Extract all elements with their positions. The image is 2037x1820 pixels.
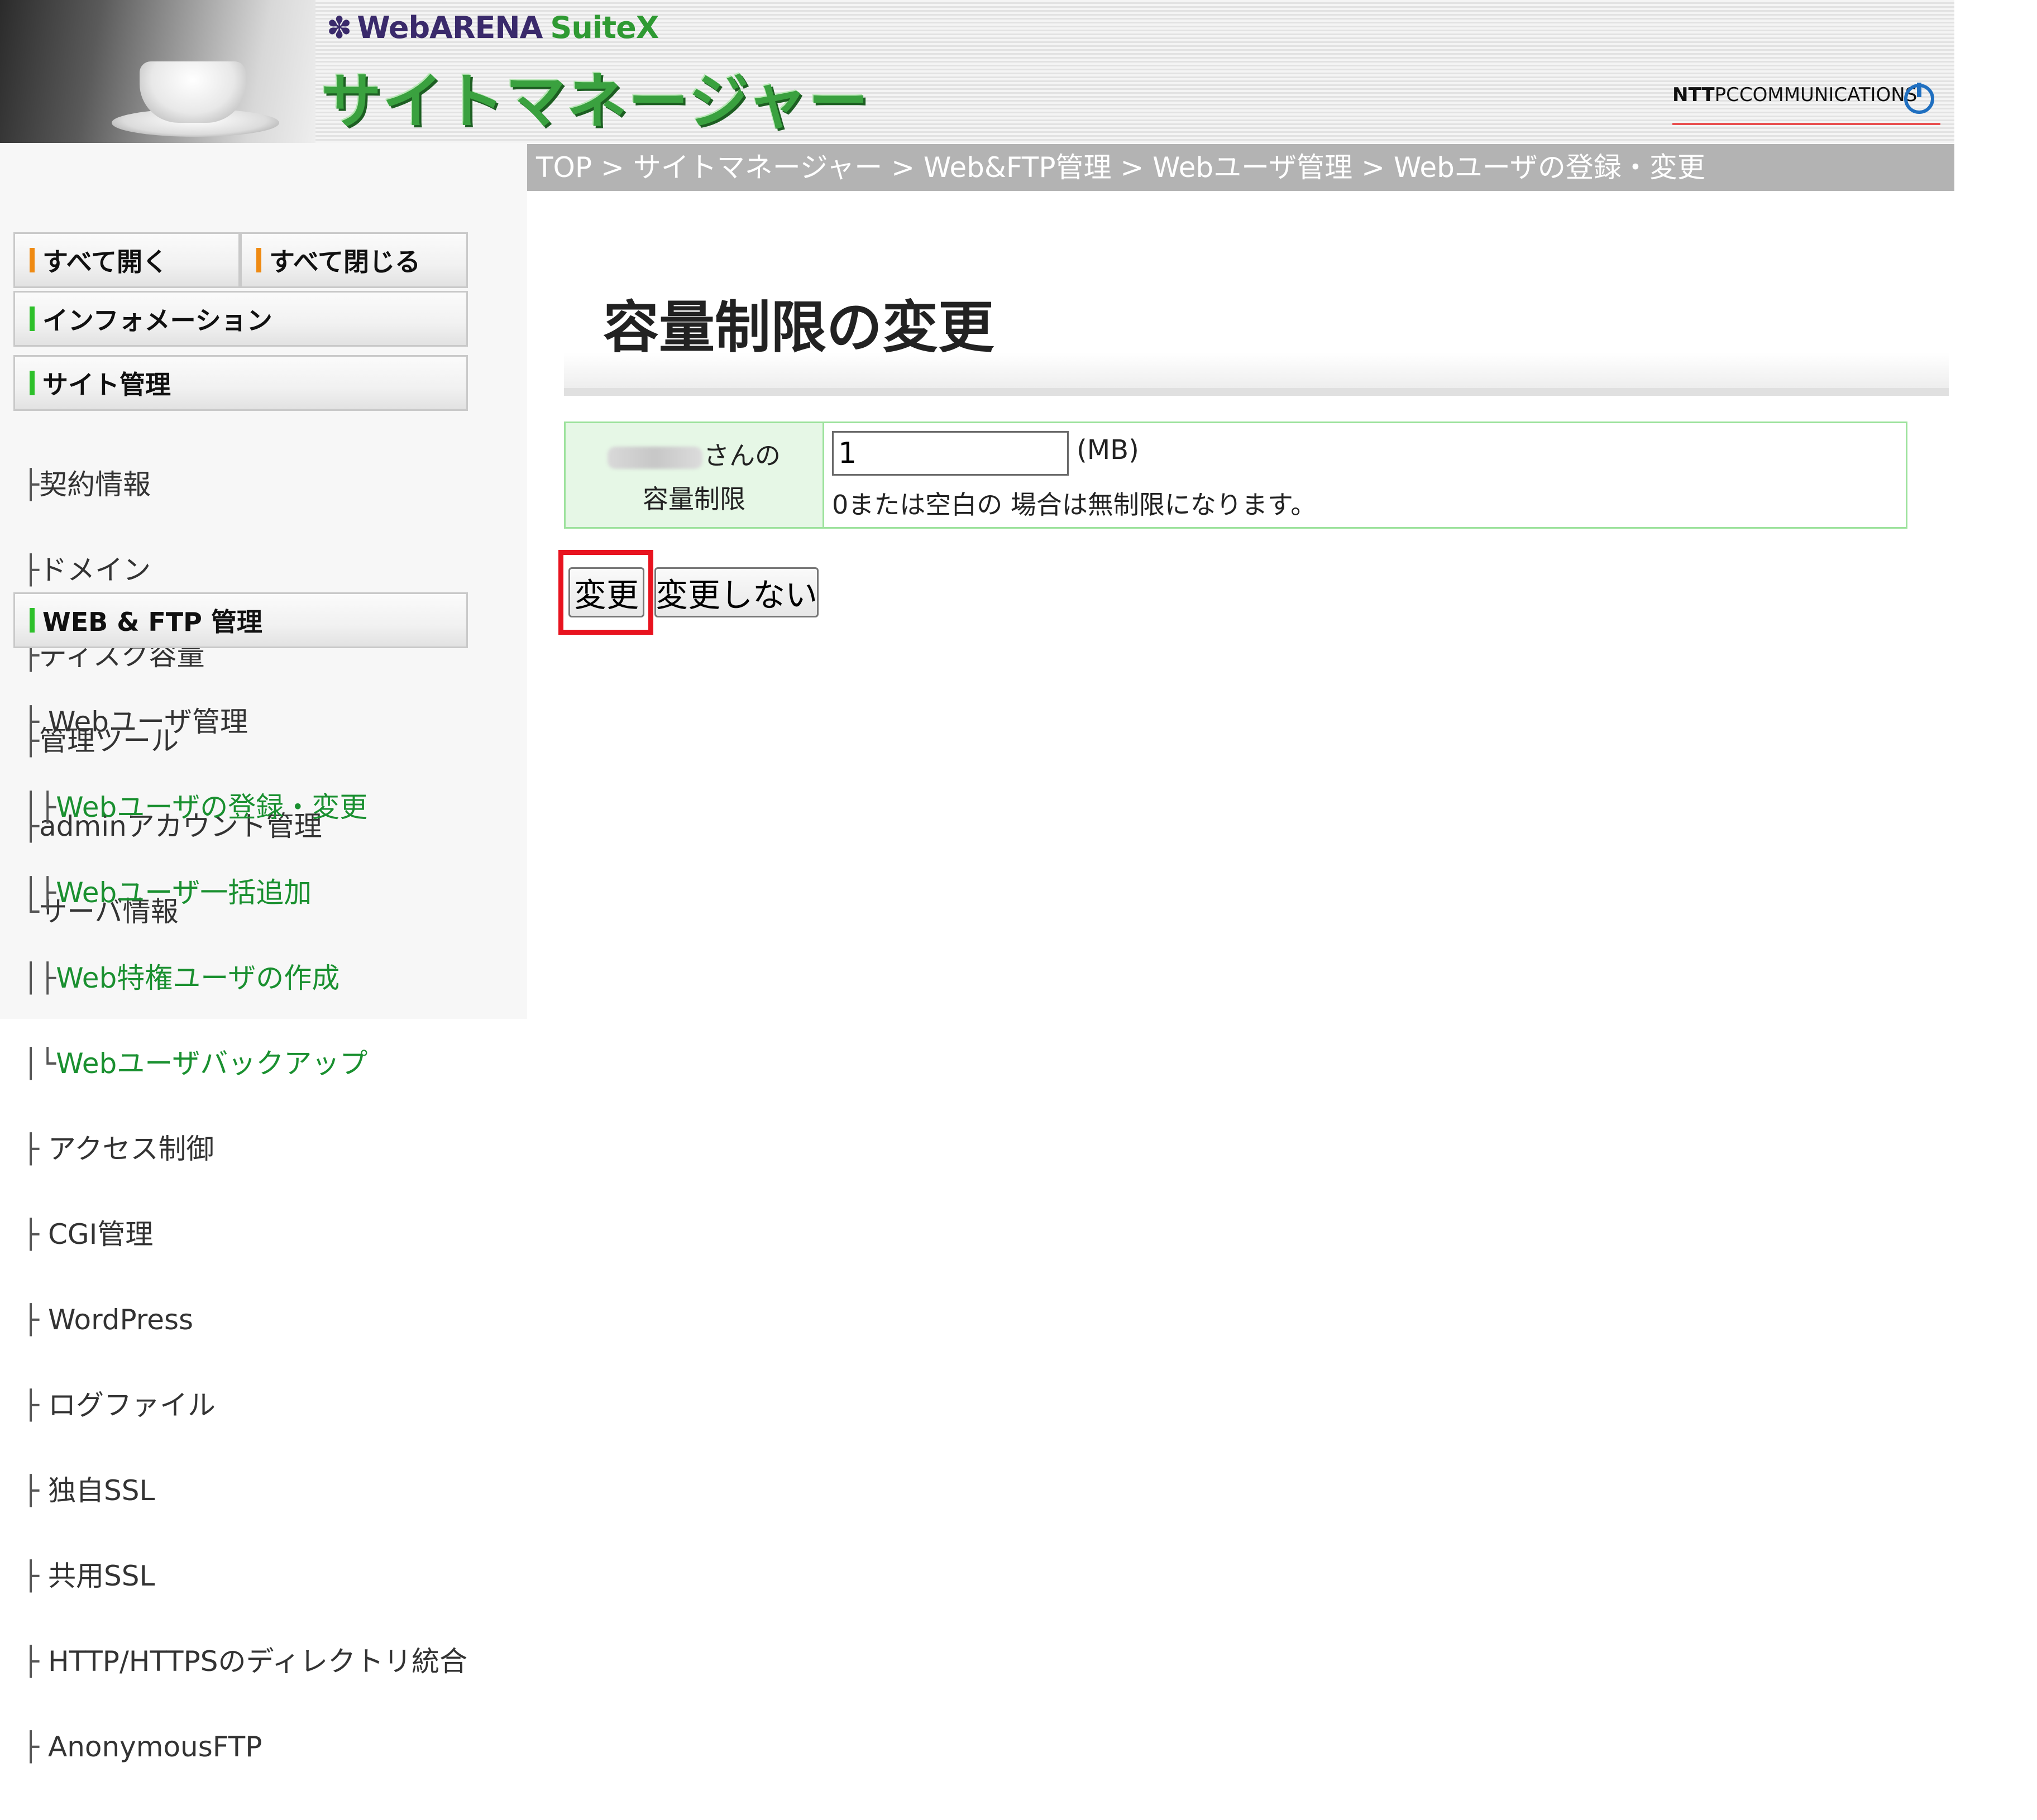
sidebar-link-label: Web特権ユーザの作成 (56, 962, 340, 994)
tree-glyph: ├ (22, 706, 48, 738)
sidebar-item-label: CGI管理 (48, 1218, 154, 1251)
breadcrumb[interactable]: TOP > サイトマネージャー > Web&FTP管理 > Webユーザ管理 >… (527, 144, 1954, 191)
webarena-mark-icon: ✽ (327, 10, 352, 45)
sidebar-item-label: 契約情報 (39, 468, 151, 501)
tree-glyph: │├ (22, 791, 56, 823)
sidebar-item-cgi[interactable]: ├ CGI管理 (22, 1220, 467, 1249)
quota-label: 容量制限 (643, 484, 745, 514)
sidebar-section-information[interactable]: インフォメーション (13, 291, 468, 347)
quota-form-table: さんの 容量制限 (MB) 0または空白の 場合は無制限になります。 (564, 422, 1907, 529)
user-suffix-label: さんの (704, 440, 781, 471)
tree-glyph: │├ (22, 877, 56, 909)
sidebar-item-shared-ssl[interactable]: ├ 共用SSL (22, 1562, 467, 1591)
sidebar-item-label: ドメイン (39, 554, 151, 586)
sidebar-item-label: 独自SSL (48, 1474, 155, 1507)
site-header: ✽ WebARENA SuiteX サイトマネージャー NTTPCCOMMUNICA… (0, 0, 1954, 143)
sidebar-section-site-management[interactable]: サイト管理 (13, 355, 468, 411)
sidebar-item-label: AnonymousFTP (48, 1731, 262, 1763)
change-button[interactable]: 変更 (568, 567, 644, 617)
sidebar-item-own-ssl[interactable]: ├ 独自SSL (22, 1477, 467, 1505)
close-all-button[interactable]: すべて閉じる (240, 232, 468, 288)
sidebar-item-contract[interactable]: ├契約情報 (22, 471, 322, 499)
sidebar-item-label: Webユーザ管理 (48, 706, 248, 738)
web-ftp-label: WEB & FTP 管理 (42, 607, 262, 637)
green-bar-icon (30, 608, 35, 633)
ntt-underline (1672, 123, 1940, 125)
header-photo (0, 0, 315, 143)
company-bold: NTT (1672, 84, 1715, 106)
tree-glyph: ├ (22, 1304, 48, 1336)
close-all-label: すべて閉じる (269, 247, 420, 277)
quota-value-cell: (MB) 0または空白の 場合は無制限になります。 (824, 423, 1906, 527)
sidebar-item-label: WordPress (48, 1304, 194, 1336)
open-all-label: すべて開く (42, 247, 168, 277)
unit-label: (MB) (1077, 434, 1139, 466)
tree-glyph: ├ (22, 1218, 48, 1251)
tree-glyph: ├ (22, 1645, 48, 1678)
orange-bar-icon (30, 248, 35, 272)
sidebar-section-web-ftp[interactable]: WEB & FTP 管理 (13, 592, 468, 648)
redacted-username (608, 446, 702, 469)
sidebar-item-anonymous-ftp[interactable]: ├ AnonymousFTP (22, 1733, 467, 1761)
sidebar-item-domain[interactable]: ├ドメイン (22, 556, 322, 585)
page-title: 容量制限の変更 (603, 295, 994, 360)
quota-label-cell: さんの 容量制限 (566, 423, 824, 527)
sidebar-item-label: ログファイル (48, 1389, 216, 1421)
ntt-pc-logo: NTTPCCOMMUNICATIONS (1672, 84, 1917, 106)
page-title-panel: 容量制限の変更 (564, 271, 1949, 396)
tree-glyph: ├ (22, 1560, 48, 1592)
brand-name: WebARENA (357, 10, 543, 45)
sidebar-item-web-users[interactable]: ├ Webユーザ管理 (22, 708, 467, 736)
sidebar-item-wordpress[interactable]: ├ WordPress (22, 1306, 467, 1334)
tree-glyph: ├ (22, 554, 40, 586)
sidebar-link-label: Webユーザ一括追加 (56, 877, 312, 909)
user-label-line: さんの (566, 435, 823, 472)
site-manager-title: サイトマネージャー (321, 67, 870, 137)
cancel-button[interactable]: 変更しない (654, 567, 819, 617)
orange-bar-icon (256, 248, 261, 272)
sidebar-item-web-user-backup[interactable]: │└Webユーザバックアップ (22, 1050, 467, 1078)
tree-glyph: ├ (22, 1731, 48, 1763)
company-rest: PCCOMMUNICATIONS (1714, 84, 1918, 106)
unlimited-hint: 0または空白の 場合は無制限になります。 (832, 490, 1317, 520)
sidebar: すべて開く すべて閉じる インフォメーション サイト管理 ├契約情報 ├ドメイン… (0, 143, 527, 1761)
tree-glyph: │└ (22, 1047, 56, 1080)
sidebar-item-label: HTTP/HTTPSのディレクトリ統合 (48, 1645, 467, 1678)
sidebar-link-label: Webユーザの登録・変更 (56, 791, 368, 823)
sidebar-item-web-user-bulk[interactable]: │├Webユーザ一括追加 (22, 879, 467, 907)
sidebar-item-label: アクセス制御 (48, 1133, 214, 1165)
ntt-power-icon (1904, 83, 1934, 114)
information-label: インフォメーション (42, 305, 272, 336)
web-ftp-tree: ├ Webユーザ管理 │├Webユーザの登録・変更 │├Webユーザ一括追加 │… (22, 651, 467, 1818)
sidebar-item-access-control[interactable]: ├ アクセス制御 (22, 1135, 467, 1163)
tree-glyph: ├ (22, 468, 40, 501)
quota-input[interactable] (832, 431, 1069, 476)
tree-glyph: ├ (22, 1133, 48, 1165)
sidebar-item-web-privileged-user[interactable]: │├Web特権ユーザの作成 (22, 964, 467, 993)
tree-glyph: ├ (22, 1389, 48, 1421)
sidebar-item-logfile[interactable]: ├ ログファイル (22, 1391, 467, 1420)
coffee-cup-image (140, 61, 246, 123)
sidebar-item-label: 共用SSL (48, 1560, 155, 1592)
brand-suite: SuiteX (550, 10, 659, 45)
sidebar-item-dir-merge[interactable]: ├ HTTP/HTTPSのディレクトリ統合 (22, 1647, 467, 1676)
green-bar-icon (30, 371, 35, 395)
webarena-logo: ✽ WebARENA SuiteX (327, 10, 659, 45)
sidebar-link-label: Webユーザバックアップ (56, 1047, 368, 1080)
sidebar-item-web-user-register[interactable]: │├Webユーザの登録・変更 (22, 793, 467, 822)
open-all-button[interactable]: すべて開く (13, 232, 240, 288)
tree-glyph: │├ (22, 962, 56, 994)
green-bar-icon (30, 306, 35, 331)
site-management-label: サイト管理 (42, 370, 171, 400)
tree-glyph: ├ (22, 1474, 48, 1507)
